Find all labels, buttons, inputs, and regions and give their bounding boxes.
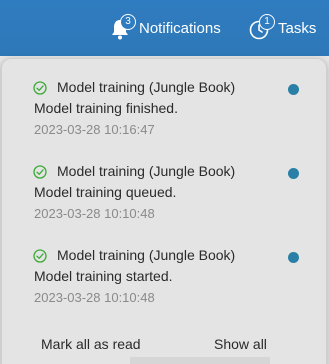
notification-item[interactable]: Model training (Jungle Book) Model train… — [2, 163, 326, 233]
show-all-button[interactable]: Show all — [214, 336, 267, 352]
notification-message: Model training finished. — [34, 100, 178, 116]
notification-timestamp: 2023-03-28 10:10:48 — [34, 206, 155, 221]
bell-icon: 3 — [110, 14, 136, 41]
notifications-label: Notifications — [139, 19, 221, 37]
tasks-button[interactable]: 1 Tasks — [249, 12, 316, 44]
tasks-count-badge: 1 — [259, 14, 275, 30]
notification-timestamp: 2023-03-28 10:16:47 — [34, 122, 155, 137]
notification-item[interactable]: Model training (Jungle Book) Model train… — [2, 79, 326, 149]
unread-indicator[interactable] — [288, 168, 299, 179]
check-circle-icon — [33, 249, 47, 263]
background-content — [130, 357, 270, 364]
notification-message: Model training queued. — [34, 184, 177, 200]
unread-indicator[interactable] — [288, 252, 299, 263]
notification-item[interactable]: Model training (Jungle Book) Model train… — [2, 247, 326, 317]
tasks-icon: 1 — [249, 14, 275, 41]
tasks-label: Tasks — [278, 19, 317, 37]
notification-title: Model training (Jungle Book) — [57, 79, 236, 95]
notification-title: Model training (Jungle Book) — [57, 247, 236, 263]
top-bar: 3 Notifications 1 Tasks — [0, 0, 329, 56]
check-circle-icon — [33, 165, 47, 179]
mark-all-as-read-button[interactable]: Mark all as read — [41, 336, 141, 352]
notification-timestamp: 2023-03-28 10:10:48 — [34, 290, 155, 305]
check-circle-icon — [33, 81, 47, 95]
notification-message: Model training started. — [34, 268, 173, 284]
notifications-dropdown: Model training (Jungle Book) Model train… — [1, 58, 327, 364]
notifications-button[interactable]: 3 Notifications — [110, 12, 221, 44]
notifications-count-badge: 3 — [120, 14, 136, 30]
notification-title: Model training (Jungle Book) — [57, 163, 236, 179]
unread-indicator[interactable] — [288, 84, 299, 95]
